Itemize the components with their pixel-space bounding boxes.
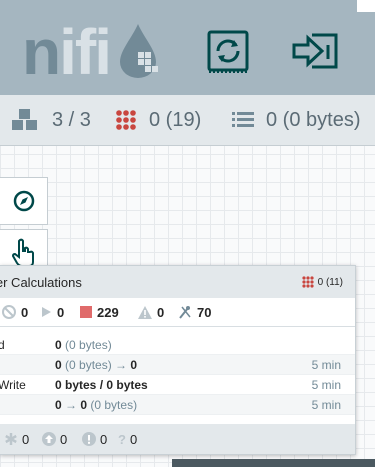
process-group[interactable]: ler Calculations 0 (11) 0 0 229 0 70 0 (… — [0, 265, 356, 455]
pointer-icon — [11, 238, 34, 267]
exclamation-circle-icon — [82, 432, 96, 446]
header-corner — [357, 0, 375, 12]
cubes-icon — [12, 109, 37, 130]
process-group-footer: 0 0 0 ? 0 — [0, 424, 355, 454]
status-bar: 3 / 3 0 (19) 0 (0 bytes) — [0, 95, 375, 146]
grid-icon — [302, 276, 314, 288]
login-button[interactable] — [290, 25, 342, 77]
stats-row-read-write: Write 0 bytes / 0 bytes 5 min — [0, 375, 355, 395]
stopped-count: 229 — [80, 298, 119, 326]
play-icon — [42, 307, 51, 317]
nifi-logo: nifi — [22, 16, 112, 88]
process-group-queued: 0 (11) — [302, 276, 343, 288]
login-icon — [292, 33, 338, 69]
nifi-drop-icon — [120, 24, 158, 78]
process-group-stats: d 0 (0 bytes) 0 (0 bytes) → 0 5 min Writ… — [0, 327, 355, 415]
locally-modified-count: 0 — [42, 424, 67, 454]
disabled-icon — [179, 306, 191, 319]
warning-icon — [138, 305, 152, 319]
list-icon — [232, 112, 254, 127]
process-group-header: ler Calculations 0 (11) — [0, 266, 355, 298]
arrow-circle-icon — [42, 432, 56, 446]
canvas-tools — [0, 177, 48, 277]
template-button[interactable] — [202, 25, 254, 77]
grid-icon — [116, 110, 136, 130]
stop-icon — [80, 306, 92, 318]
app-header: nifi — [0, 0, 375, 95]
components-stat: 3 / 3 — [10, 95, 91, 145]
sync-failure-count: ? 0 — [118, 431, 138, 447]
template-icon — [207, 30, 249, 73]
question-icon: ? — [118, 431, 126, 447]
asterisk-icon — [5, 433, 17, 445]
stats-row-out: 0 → 0 (0 bytes) 5 min — [0, 395, 355, 415]
queued-stat: 0 (19) — [115, 95, 201, 145]
running-count: 0 — [40, 298, 64, 326]
process-group-title: ler Calculations — [0, 275, 82, 290]
disabled-count: 0 — [2, 298, 28, 326]
invalid-count: 0 — [138, 298, 164, 326]
process-group-counts: 0 0 229 0 70 — [0, 298, 355, 327]
stale-count: 0 — [82, 424, 107, 454]
up-to-date-count: 0 — [4, 424, 29, 454]
bottom-panel-edge — [172, 459, 375, 467]
transmission-disabled-icon — [2, 305, 16, 319]
compass-icon — [13, 190, 34, 212]
disabled-processor-count: 70 — [178, 298, 211, 326]
navigate-button[interactable] — [0, 177, 48, 225]
stats-row-queued: d 0 (0 bytes) — [0, 335, 355, 355]
bytes-stat: 0 (0 bytes) — [232, 95, 360, 145]
stats-row-in: 0 (0 bytes) → 0 5 min — [0, 355, 355, 375]
